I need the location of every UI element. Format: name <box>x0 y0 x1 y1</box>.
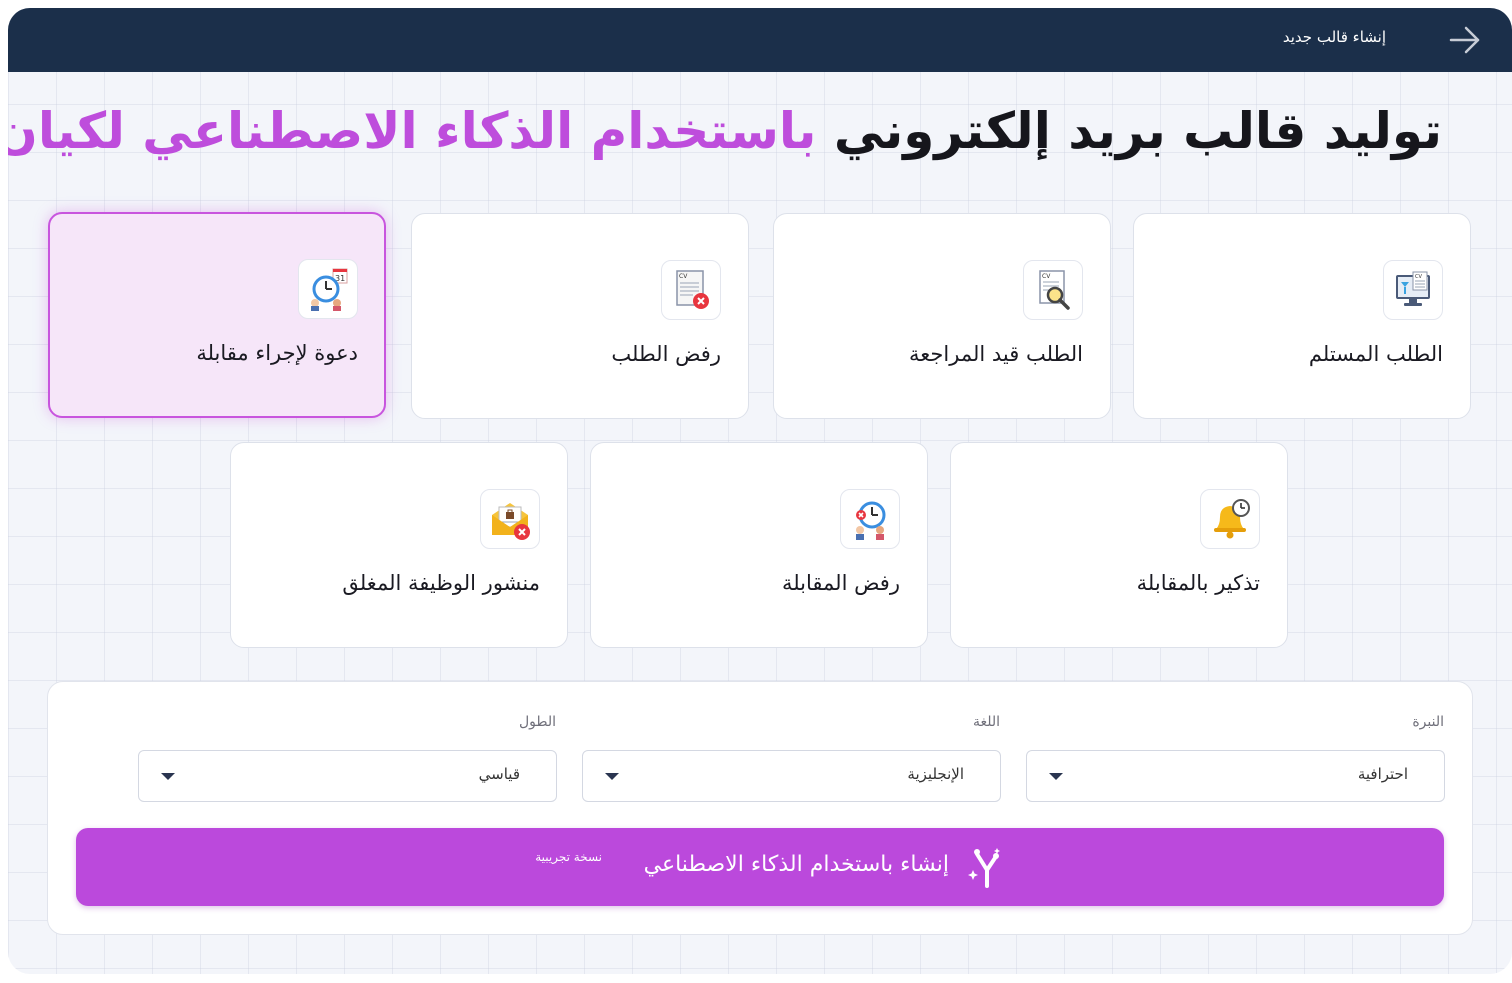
svg-text:CV: CV <box>1415 274 1422 280</box>
template-card-closed-post[interactable]: منشور الوظيفة المغلق <box>230 442 568 648</box>
template-label: منشور الوظيفة المغلق <box>342 571 540 595</box>
chevron-down-icon <box>161 773 175 780</box>
tone-label: النبرة <box>1412 714 1444 730</box>
closed-post-icon <box>480 489 540 549</box>
template-label: الطلب المستلم <box>1308 342 1443 366</box>
template-card-interview-rejected[interactable]: رفض المقابلة <box>590 442 928 648</box>
template-label: رفض المقابلة <box>781 571 900 595</box>
top-bar: إنشاء قالب جديد <box>8 8 1512 72</box>
interview-rejected-icon <box>840 489 900 549</box>
options-panel: النبرة اللغة الطول احترافية الإنجليزية ق… <box>47 681 1473 935</box>
svg-text:CV: CV <box>679 273 688 280</box>
template-card-rejected[interactable]: CV رفض الطلب <box>411 213 749 419</box>
arrow-right-icon[interactable] <box>1448 24 1482 56</box>
tone-select[interactable]: احترافية <box>1026 750 1445 802</box>
beta-badge: نسخة تجريبية <box>535 850 602 864</box>
length-value: قياسي <box>478 765 520 783</box>
template-card-reminder[interactable]: تذكير بالمقابلة <box>950 442 1288 648</box>
template-label: الطلب قيد المراجعة <box>909 342 1083 366</box>
generate-ai-button[interactable]: إنشاء باستخدام الذكاء الاصطناعي نسخة تجر… <box>76 828 1444 906</box>
template-label: دعوة لإجراء مقابلة <box>196 341 358 365</box>
language-select[interactable]: الإنجليزية <box>582 750 1001 802</box>
template-card-received[interactable]: CV الطلب المستلم <box>1133 213 1471 419</box>
app-frame: إنشاء قالب جديد توليد قالب بريد إلكتروني… <box>8 8 1512 974</box>
length-label: الطول <box>518 714 556 730</box>
template-card-interview-invite[interactable]: 31 دعوة لإجراء مقابلة <box>48 212 386 418</box>
page-heading: توليد قالب بريد إلكتروني باستخدام الذكاء… <box>8 102 1442 160</box>
heading-main: توليد قالب بريد إلكتروني <box>833 102 1442 160</box>
tone-value: احترافية <box>1357 765 1408 783</box>
generate-label: إنشاء باستخدام الذكاء الاصطناعي <box>643 852 949 877</box>
cv-rejected-icon: CV <box>661 260 721 320</box>
svg-text:CV: CV <box>1042 273 1051 280</box>
chevron-down-icon <box>1049 773 1063 780</box>
language-label: اللغة <box>972 714 1000 730</box>
heading-accent: باستخدام الذكاء الاصطناعي لكيان <box>8 102 817 160</box>
bell-reminder-icon <box>1200 489 1260 549</box>
template-card-review[interactable]: CV الطلب قيد المراجعة <box>773 213 1111 419</box>
ai-sparkle-icon <box>968 848 1000 888</box>
template-label: تذكير بالمقابلة <box>1136 571 1260 595</box>
length-select[interactable]: قياسي <box>138 750 557 802</box>
page-title: إنشاء قالب جديد <box>1282 28 1386 46</box>
chevron-down-icon <box>605 773 619 780</box>
interview-invite-icon: 31 <box>298 259 358 319</box>
template-label: رفض الطلب <box>611 342 721 366</box>
cv-review-icon: CV <box>1023 260 1083 320</box>
language-value: الإنجليزية <box>907 765 964 783</box>
cv-received-icon: CV <box>1383 260 1443 320</box>
